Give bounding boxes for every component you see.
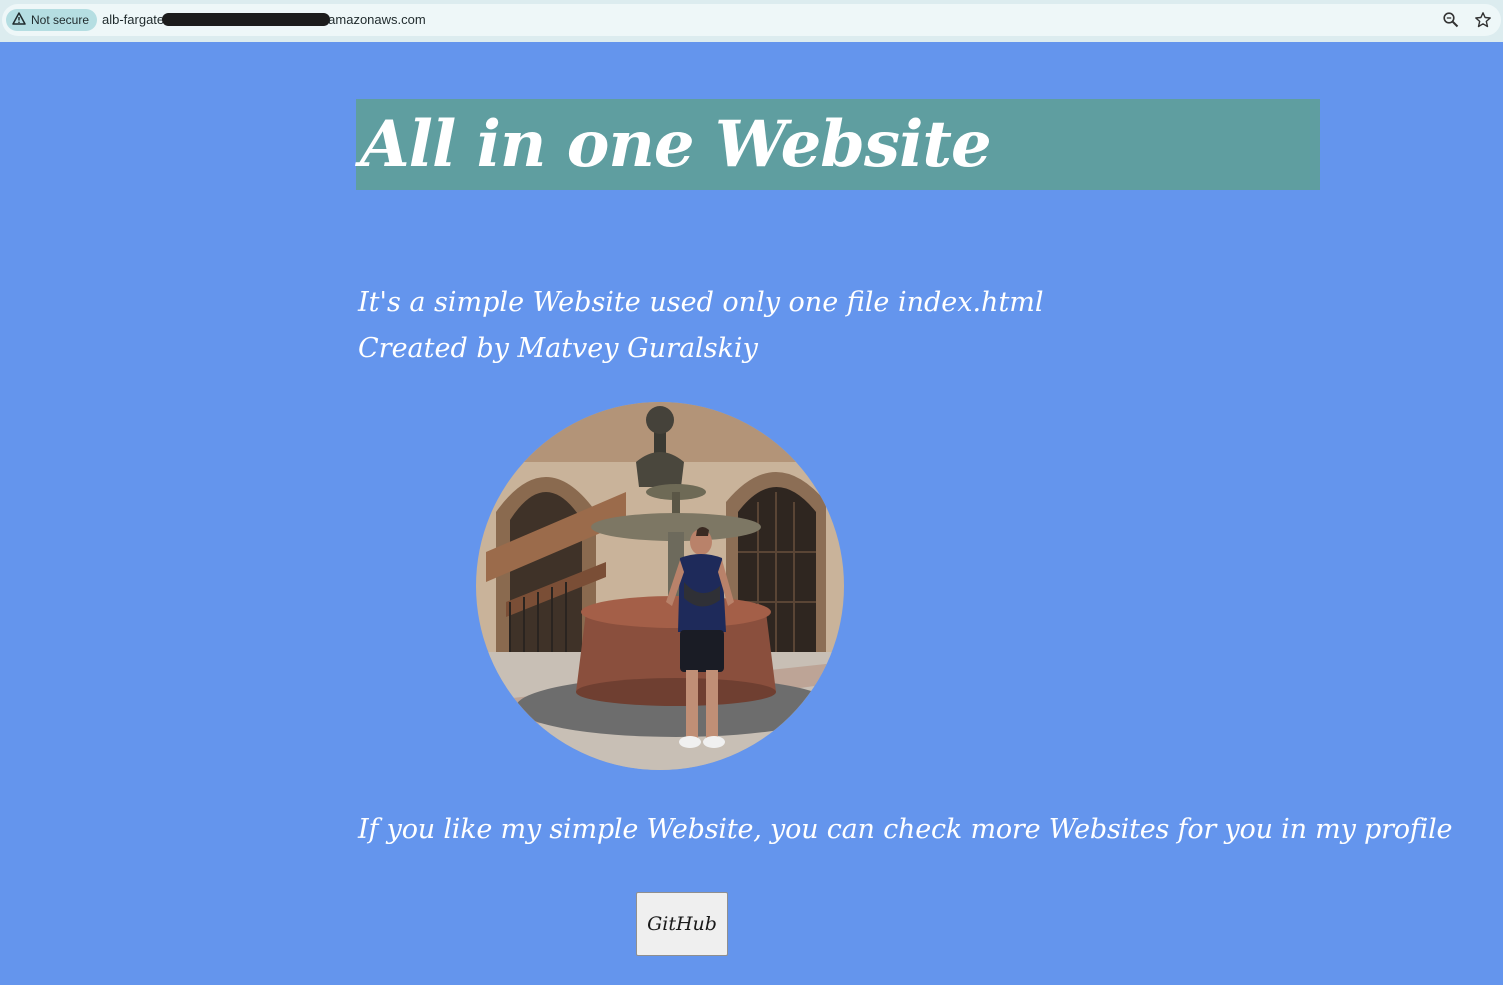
security-label: Not secure — [31, 13, 90, 27]
redacted-url-segment — [162, 13, 331, 26]
page-title: All in one Website — [360, 107, 992, 182]
url-suffix: amazonaws.com — [328, 12, 426, 27]
bookmark-star-icon[interactable] — [1474, 11, 1492, 29]
intro-line: It's a simple Website used only one file… — [358, 287, 1044, 318]
github-button[interactable]: GitHub — [636, 892, 728, 956]
browser-toolbar: Not secure alb-fargate amazonaws.com — [0, 0, 1503, 42]
intro-text: It's a simple Website used only one file… — [358, 280, 1044, 372]
profile-cta-text: If you like my simple Website, you can c… — [358, 814, 1453, 845]
security-indicator[interactable]: Not secure — [6, 9, 98, 31]
warning-triangle-icon — [12, 12, 26, 28]
zoom-icon[interactable] — [1442, 11, 1460, 29]
profile-photo — [476, 402, 844, 770]
url-prefix: alb-fargate — [102, 12, 165, 27]
intro-line: Created by Matvey Guralskiy — [358, 333, 758, 364]
address-bar[interactable]: Not secure alb-fargate amazonaws.com — [2, 4, 1501, 36]
header-banner: All in one Website — [356, 99, 1320, 190]
url-text[interactable]: alb-fargate amazonaws.com — [102, 12, 426, 27]
